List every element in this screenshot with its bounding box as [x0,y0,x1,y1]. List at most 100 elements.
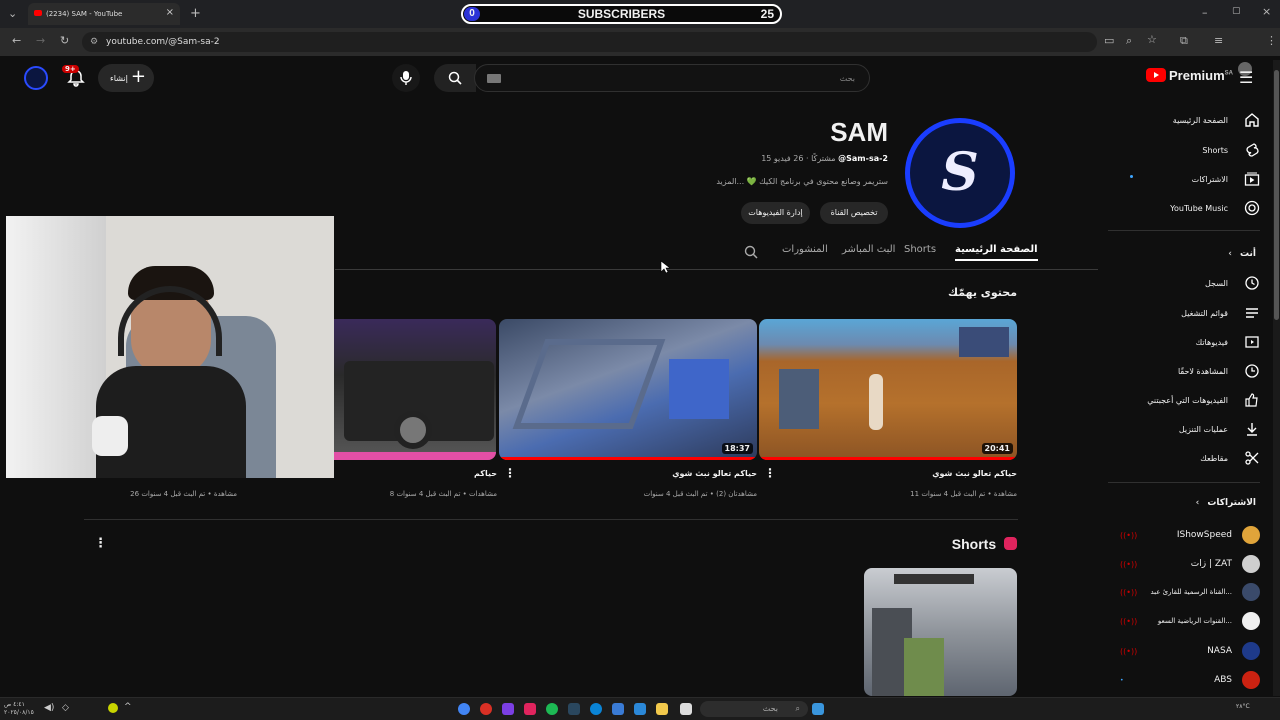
weather-widget[interactable]: ٢٨°C [1236,703,1250,710]
maximize-icon[interactable]: ▢ [1232,6,1241,16]
subscription-item[interactable]: ((•)) القنوات الرياضية السعو... [1120,611,1260,631]
app-taskbar-icon[interactable] [502,703,514,715]
video-menu-icon[interactable]: ⋮ [504,466,516,480]
forward-icon[interactable]: → [36,34,45,47]
sidebar-item-home[interactable]: الصفحة الرئيسية [1110,108,1260,132]
notepad-taskbar-icon[interactable] [680,703,692,715]
hamburger-menu-icon[interactable]: ☰ [1239,68,1253,87]
sidebar-item-watch-later[interactable]: المشاهدة لاحقًا [1110,359,1260,383]
subscription-item[interactable]: ((•)) زات | ZAT [1120,554,1260,574]
file-explorer-taskbar-icon[interactable] [656,703,668,715]
sidebar-item-label: عمليات التنزيل [1178,424,1228,434]
scrollbar-thumb[interactable] [1274,70,1279,320]
store-taskbar-icon[interactable] [634,703,646,715]
cast-icon[interactable]: ▭ [1104,34,1114,47]
close-window-icon[interactable]: × [1262,5,1271,18]
new-tab-icon[interactable]: + [190,6,201,21]
video-title[interactable]: حياكم تعالو نبث شوي [580,469,757,478]
teams-taskbar-icon[interactable] [612,703,624,715]
sidebar-item-liked-videos[interactable]: الفيديوهات التي أعجبتني [1110,388,1260,412]
zoom-icon[interactable]: ⌕ [1126,34,1132,48]
sidebar-you-heading[interactable]: ‹ أنت [1228,249,1256,259]
chrome-taskbar-icon[interactable] [458,703,470,715]
sidebar-subscriptions-heading[interactable]: ‹ الاشتراكات [1196,498,1256,508]
keyboard-icon[interactable] [487,74,501,83]
start-button-icon[interactable] [812,703,824,715]
reload-icon[interactable]: ↻ [60,34,69,47]
subscription-item[interactable]: ((•)) NASA [1120,641,1260,661]
page-scrollbar[interactable] [1273,60,1280,696]
shorts-menu-icon[interactable]: ⋮ [94,536,107,551]
search-button[interactable] [434,64,476,92]
sidebar-item-your-videos[interactable]: فيديوهاتك [1110,330,1260,354]
channel-description[interactable]: ستريمر وصانع محتوى في برنامج الكيك 💚 ...… [600,177,888,186]
tab-home[interactable]: الصفحة الرئيسية [955,244,1038,261]
sidepanel-icon[interactable]: ≡ [1214,34,1223,47]
notifications-button[interactable]: 9+ [62,65,86,92]
chrome-profile-taskbar-icon[interactable] [480,703,492,715]
manage-videos-button[interactable]: إدارة الفيديوهات [741,202,810,224]
steam-taskbar-icon[interactable] [568,703,580,715]
sidebar-item-history[interactable]: السجل [1110,271,1260,295]
thumbnail-structure [512,339,666,429]
tray-app-icon[interactable] [108,703,118,713]
spotify-taskbar-icon[interactable] [546,703,558,715]
site-info-icon[interactable]: ⚙ [90,32,98,52]
channel-search-icon[interactable] [744,245,758,259]
taskbar-search[interactable]: بحث ⌕ [700,701,808,717]
tab-posts[interactable]: المنشورات [782,244,828,255]
sidebar-item-shorts[interactable]: Shorts [1110,138,1260,162]
search-input[interactable]: بحث [474,64,870,92]
taskbar-clock[interactable]: ٤:٤١ ص ٢٠٢٥/٠٨/١٥ [4,701,34,717]
sidebar-item-label: الفيديوهات التي أعجبتني [1147,395,1228,405]
youtube-premium-logo[interactable]: PremiumSA [1146,68,1233,83]
sidebar-item-music[interactable]: YouTube Music [1110,196,1260,220]
account-avatar[interactable] [24,66,48,90]
create-button[interactable]: إنشاء + [98,64,154,92]
new-content-dot: • [1120,676,1124,684]
video-meta: 11 مشاهدة • تم البث قبل 4 سنوات [910,490,1017,498]
sidebar-item-playlists[interactable]: قوائم التشغيل [1110,301,1260,325]
voice-search-button[interactable] [392,64,420,92]
sidebar-item-clips[interactable]: مقاطعك [1110,446,1260,470]
short-thumbnail[interactable] [864,568,1017,696]
subs-heading-text: الاشتراكات [1207,498,1256,508]
sidebar-item-downloads[interactable]: عمليات التنزيل [1110,417,1260,441]
video-menu-icon[interactable]: ⋮ [764,466,776,480]
plus-icon: + [130,66,146,87]
subscription-item[interactable]: • ABS [1120,670,1260,690]
tray-chevron-icon[interactable]: ^ [124,702,132,712]
video-title[interactable]: حياكم [400,469,497,478]
subscription-name: NASA [1207,646,1232,656]
browser-tab[interactable]: (2234) SAM - YouTube × [28,3,180,25]
volume-icon[interactable]: ◀) [44,703,54,713]
url-text: youtube.com/@Sam-sa-2 [106,37,220,47]
tab-search-icon[interactable]: ⌄ [8,7,17,20]
video-thumbnail[interactable] [334,319,496,460]
bookmark-star-icon[interactable]: ☆ [1147,33,1157,46]
chrome-menu-icon[interactable]: ⋮ [1266,34,1277,47]
webcam-microphone [92,416,128,456]
subscriber-goal-count: 25 [760,7,774,21]
url-field[interactable]: ⚙ youtube.com/@Sam-sa-2 [82,32,1097,52]
tab-live[interactable]: البث المباشر [842,244,895,255]
channel-avatar-large[interactable]: S [905,118,1015,228]
back-icon[interactable]: ← [12,34,21,47]
subscription-item[interactable]: ((•)) IShowSpeed [1120,525,1260,545]
video-thumbnail[interactable]: 20:41 [759,319,1017,460]
customize-channel-button[interactable]: تخصيص القناة [820,202,888,224]
video-title[interactable]: حياكم تعالو نبث شوي [840,469,1017,478]
channel-avatar [1242,612,1260,630]
sidebar-item-subscriptions[interactable]: الاشتراكات [1110,167,1260,191]
video-thumbnail[interactable]: 18:37 [499,319,757,460]
create-label: إنشاء [110,73,128,83]
minimize-icon[interactable]: – [1202,6,1208,19]
live-indicator-icon: ((•)) [1120,530,1138,540]
network-icon[interactable]: ◇ [62,703,69,713]
subscription-item[interactable]: ((•)) القناة الرسمية للقارئ عبد... [1120,582,1260,602]
extensions-icon[interactable]: ⧉ [1180,34,1188,48]
capture-taskbar-icon[interactable] [524,703,536,715]
tab-shorts[interactable]: Shorts [904,244,936,255]
edge-taskbar-icon[interactable] [590,703,602,715]
close-tab-icon[interactable]: × [166,7,174,18]
